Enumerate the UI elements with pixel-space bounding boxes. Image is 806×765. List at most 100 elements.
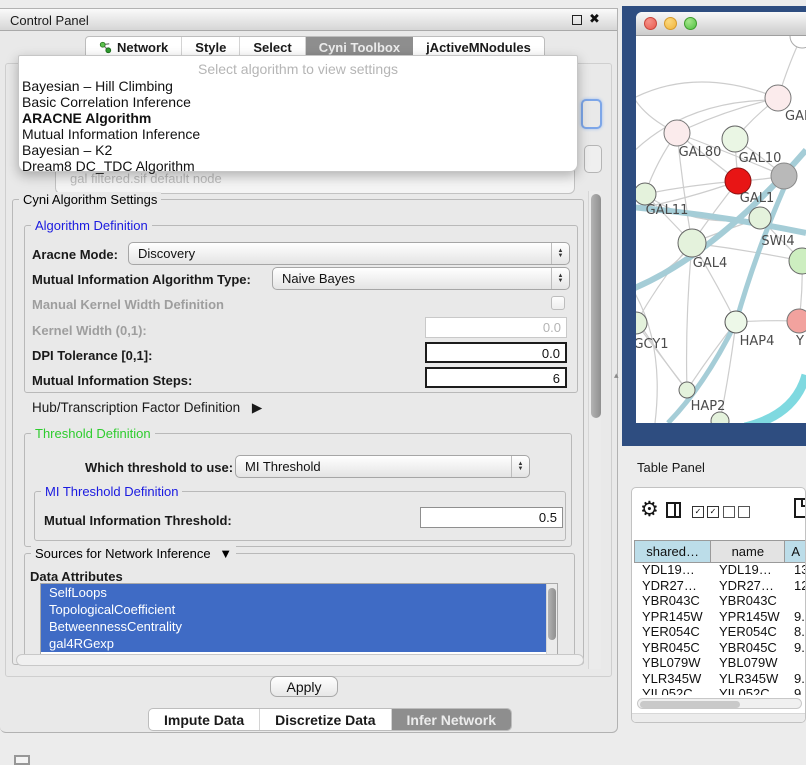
- table-row[interactable]: YBR043CYBR043C: [634, 593, 806, 609]
- mi-threshold-definition-title: MI Threshold Definition: [41, 484, 182, 499]
- network-node[interactable]: [749, 207, 771, 229]
- combo-stepper-icon: ▲▼: [551, 243, 569, 264]
- table-row[interactable]: YDL19…YDL19…13: [634, 562, 806, 578]
- float-icon[interactable]: [572, 15, 582, 25]
- kernel-width-field[interactable]: 0.0: [425, 317, 567, 338]
- deselect-all-columns-icon[interactable]: [723, 506, 750, 518]
- algorithm-option-dream8-dc-tdc-algorithm[interactable]: Dream8 DC_TDC Algorithm: [19, 158, 577, 174]
- manual-kernel-checkbox[interactable]: [551, 296, 565, 310]
- table-cell: YBR045C: [711, 640, 786, 655]
- mi-type-combo[interactable]: Naive Bayes ▲▼: [272, 267, 570, 290]
- network-node[interactable]: [664, 120, 690, 146]
- zoom-traffic-light-icon[interactable]: [684, 17, 697, 30]
- tab-impute-data[interactable]: Impute Data: [149, 709, 260, 730]
- combo-stepper-fragment: [584, 145, 602, 173]
- table-row[interactable]: YIL052CYIL052C9: [634, 686, 806, 695]
- network-node[interactable]: [765, 85, 791, 111]
- table-cell: 9.: [786, 671, 806, 686]
- network-window-titlebar[interactable]: [636, 12, 806, 36]
- network-node[interactable]: [725, 311, 747, 333]
- column-header-name[interactable]: name: [711, 540, 785, 563]
- network-node[interactable]: [679, 382, 695, 398]
- network-node[interactable]: [722, 126, 748, 152]
- attribute-item[interactable]: TopologicalCoefficient: [41, 601, 557, 618]
- table-row[interactable]: YLR345WYLR345W9.: [634, 671, 806, 687]
- table-panel-footer: [632, 713, 806, 723]
- network-node[interactable]: [771, 163, 797, 189]
- hub-definition-toggle[interactable]: Hub/Transcription Factor Definition ▶: [32, 400, 262, 416]
- splitter-arrow-icon[interactable]: ▴: [614, 370, 619, 381]
- data-attributes-label: Data Attributes: [30, 569, 123, 584]
- attribute-item[interactable]: SelfLoops: [41, 584, 557, 601]
- table-row[interactable]: YER054CYER054C8.: [634, 624, 806, 640]
- settings-horizontal-scrollbar[interactable]: [16, 654, 584, 666]
- algorithm-option-bayesian-hill-climbing[interactable]: Bayesian – Hill Climbing: [19, 78, 577, 94]
- export-table-icon[interactable]: [794, 498, 806, 518]
- sources-title-label: Sources for Network Inference: [35, 546, 211, 561]
- focused-stepper-fragment[interactable]: [581, 99, 602, 129]
- table-row[interactable]: YBR045CYBR045C9.: [634, 640, 806, 656]
- apply-button[interactable]: Apply: [270, 676, 338, 697]
- algorithm-dropdown-items: Bayesian – Hill ClimbingBasic Correlatio…: [19, 78, 577, 174]
- mi-threshold-field[interactable]: 0.5: [420, 507, 563, 528]
- network-node[interactable]: [790, 36, 806, 48]
- column-header-A[interactable]: A: [785, 540, 806, 563]
- close-icon[interactable]: ✖: [589, 11, 600, 27]
- tab-discretize-data[interactable]: Discretize Data: [260, 709, 391, 730]
- sources-title[interactable]: Sources for Network Inference ▼: [31, 546, 236, 561]
- settings-vertical-scrollbar[interactable]: [588, 191, 601, 669]
- table-horizontal-scrollbar[interactable]: [637, 698, 802, 709]
- algorithm-option-bayesian-k2[interactable]: Bayesian – K2: [19, 142, 577, 158]
- which-threshold-combo[interactable]: MI Threshold ▲▼: [235, 455, 530, 478]
- mi-steps-field[interactable]: 6: [425, 367, 567, 388]
- node-label: GAL11: [646, 203, 689, 218]
- table-cell: 9.: [786, 640, 806, 655]
- gear-icon[interactable]: ⚙: [640, 500, 659, 520]
- attribute-list-scrollbar[interactable]: [546, 584, 557, 654]
- table-cell: YBR045C: [634, 640, 711, 655]
- algorithm-dropdown-prompt: Select algorithm to view settings: [19, 60, 577, 78]
- node-label: GAL10: [739, 151, 782, 166]
- network-node[interactable]: [636, 183, 656, 205]
- network-node[interactable]: [787, 309, 806, 333]
- aracne-mode-value: Discovery: [129, 246, 551, 261]
- tab-infer-network[interactable]: Infer Network: [392, 709, 511, 730]
- network-icon: [99, 41, 112, 54]
- settings-vertical-scrollbar-thumb[interactable]: [591, 194, 601, 418]
- dpi-tolerance-field[interactable]: 0.0: [425, 342, 567, 363]
- manual-kernel-label: Manual Kernel Width Definition: [32, 297, 224, 312]
- algorithm-option-mutual-information-inference[interactable]: Mutual Information Inference: [19, 126, 577, 142]
- table-cell: YBR043C: [634, 593, 711, 608]
- network-node[interactable]: [678, 229, 706, 257]
- algorithm-option-basic-correlation-inference[interactable]: Basic Correlation Inference: [19, 94, 577, 110]
- close-traffic-light-icon[interactable]: [644, 17, 657, 30]
- dpi-tolerance-label: DPI Tolerance [0,1]:: [32, 348, 152, 363]
- algorithm-option-aracne-algorithm[interactable]: ARACNE Algorithm: [19, 110, 577, 126]
- select-all-columns-icon[interactable]: ✓ ✓: [692, 506, 719, 518]
- table-cell: YPR145W: [711, 609, 786, 624]
- table-cell: YBL079W: [711, 655, 786, 670]
- minimize-traffic-light-icon[interactable]: [664, 17, 677, 30]
- network-canvas[interactable]: GALGAL80GAL10GAL1GAL11SWI4GAL4GCY1HAP4YH…: [636, 36, 806, 423]
- network-node[interactable]: [789, 248, 806, 274]
- table-header: shared…nameA: [634, 540, 806, 563]
- network-edge: [687, 243, 692, 390]
- column-header-shared…[interactable]: shared…: [634, 540, 711, 563]
- collapse-down-icon[interactable]: ▼: [219, 546, 232, 561]
- table-cell: YLR345W: [711, 671, 786, 686]
- expand-right-icon[interactable]: ▶: [252, 400, 262, 415]
- tab-label: Select: [253, 40, 291, 55]
- attribute-item[interactable]: BetweennessCentrality: [41, 618, 557, 635]
- columns-icon[interactable]: [666, 502, 681, 518]
- control-panel-titlebar: [0, 9, 617, 31]
- tab-label: jActiveMNodules: [426, 40, 531, 55]
- aracne-mode-combo[interactable]: Discovery ▲▼: [128, 242, 570, 265]
- table-panel: ⚙ ✓ ✓ shared…nameA YDL19…YDL19…13YDR27…Y…: [631, 487, 806, 723]
- node-label: GAL: [785, 109, 806, 124]
- table-row[interactable]: YPR145WYPR145W9.: [634, 609, 806, 625]
- mi-type-label: Mutual Information Algorithm Type:: [32, 272, 251, 287]
- bottom-tabbar: Impute DataDiscretize DataInfer Network: [148, 708, 512, 731]
- table-row[interactable]: YBL079WYBL079W: [634, 655, 806, 671]
- table-row[interactable]: YDR27…YDR27…12: [634, 578, 806, 594]
- attribute-item[interactable]: gal4RGexp: [41, 635, 557, 652]
